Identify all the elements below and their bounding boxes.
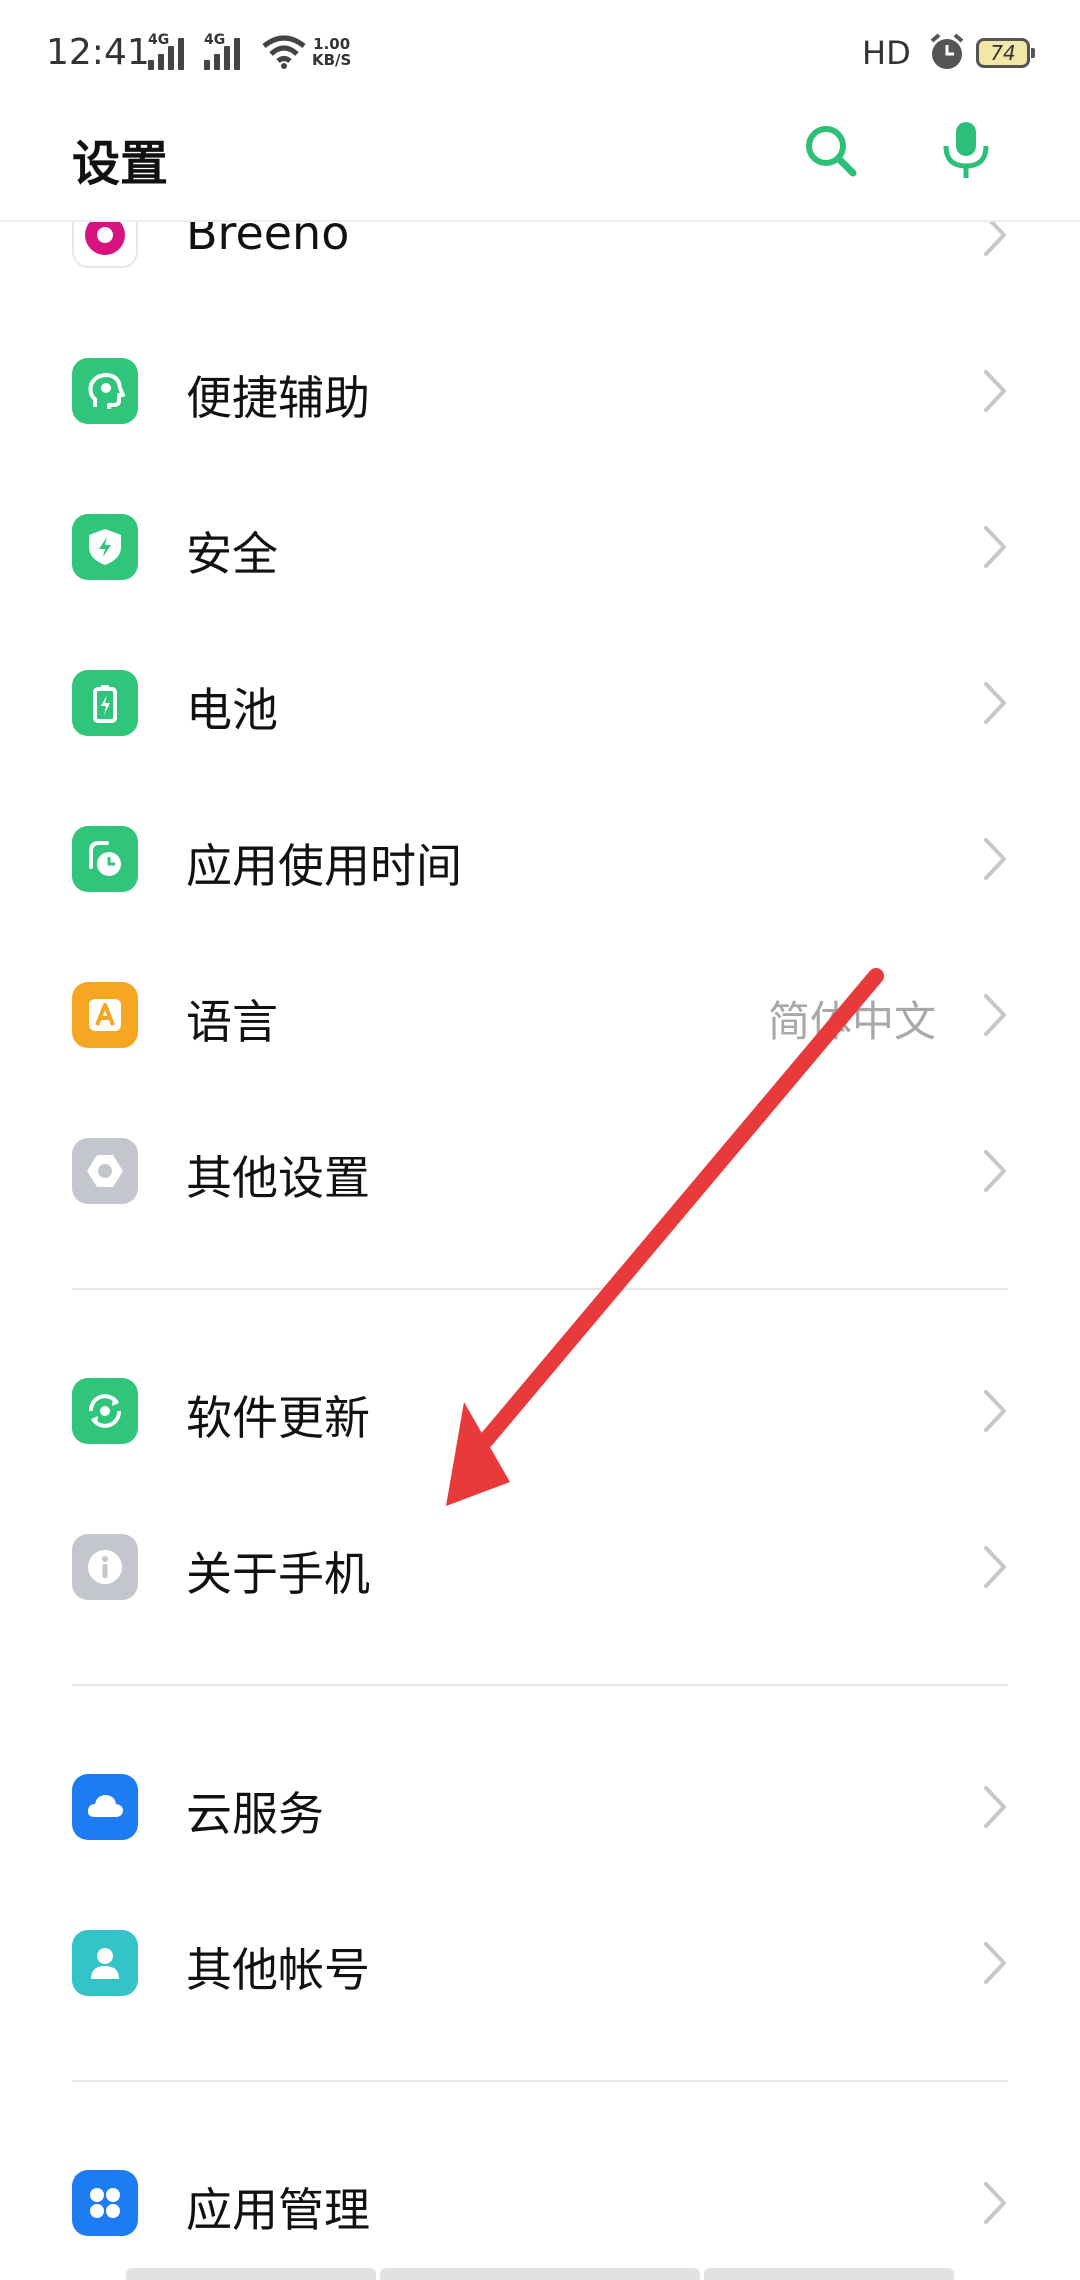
chevron-right-icon [984,1786,1006,1828]
settings-item-other-accounts[interactable]: 其他帐号 [0,1886,1080,2042]
microphone-icon[interactable] [936,118,996,182]
group-divider [72,1684,1008,1686]
network-speed-unit: KB/S [312,51,352,69]
assist-head-icon [72,358,138,424]
page-title: 设置 [72,136,169,192]
settings-item-cloud-service[interactable]: 云服务 [0,1730,1080,1886]
network-speed: 1.00 KB/S [312,36,351,68]
settings-item-language[interactable]: 语言 简体中文 [0,938,1080,1094]
chevron-right-icon [984,838,1006,880]
settings-item-label: 电池 [186,683,278,737]
language-value: 简体中文 [767,997,936,1046]
battery-indicator: 74 [976,38,1035,68]
chevron-right-icon [984,526,1006,568]
chevron-right-icon [984,1390,1006,1432]
network-speed-value: 1.00 [313,35,351,53]
shield-bolt-icon [72,514,138,580]
chevron-right-icon [984,1942,1006,1984]
settings-item-about-phone[interactable]: 关于手机 [0,1490,1080,1646]
alarm-clock-icon [930,33,964,69]
settings-item-other-settings[interactable]: 其他设置 [0,1094,1080,1250]
settings-item-security[interactable]: 安全 [0,470,1080,626]
settings-item-label: 应用使用时间 [186,839,462,893]
settings-item-assist[interactable]: 便捷辅助 [0,314,1080,470]
bottom-bar-segment [126,2268,376,2280]
language-a-icon [72,982,138,1048]
group-divider [72,1288,1008,1290]
settings-item-label: 云服务 [186,1787,324,1841]
settings-item-software-update[interactable]: 软件更新 [0,1334,1080,1490]
settings-item-label: 其他设置 [186,1151,370,1205]
group-divider [72,2080,1008,2082]
settings-item-app-usage-time[interactable]: 应用使用时间 [0,782,1080,938]
settings-item-label: 应用管理 [186,2183,370,2237]
cloud-icon [72,1774,138,1840]
chevron-right-icon [984,370,1006,412]
bottom-bar-segment [380,2268,700,2280]
network-type-label: 4G [204,32,226,48]
settings-item-battery[interactable]: 电池 [0,626,1080,782]
hd-voice-label: HD [862,34,911,72]
status-time: 12:41 [46,32,150,73]
search-icon[interactable] [800,120,860,180]
settings-item-label: 便捷辅助 [186,371,370,425]
bottom-bar-segment [704,2268,954,2280]
cell-signal-icon: 4G [148,32,184,70]
app-grid-icon [72,2170,138,2236]
info-icon [72,1534,138,1600]
app-header: 设置 [0,110,1080,222]
chevron-right-icon [984,1546,1006,1588]
settings-item-label: 安全 [186,527,278,581]
settings-item-label: 软件更新 [186,1391,370,1445]
settings-item-app-management[interactable]: 应用管理 [0,2126,1080,2268]
status-bar: 12:41 4G 4G 1.00 KB/S HD 74 [0,0,1080,110]
software-update-icon [72,1378,138,1444]
wifi-icon [262,35,306,69]
account-person-icon [72,1930,138,1996]
chevron-right-icon [984,1150,1006,1192]
settings-item-label: 其他帐号 [186,1943,370,1997]
settings-item-label: 语言 [186,995,278,1049]
app-timer-icon [72,826,138,892]
settings-item-label: 关于手机 [186,1547,370,1601]
chevron-right-icon [984,682,1006,724]
chevron-right-icon [984,2182,1006,2224]
hexagon-settings-icon [72,1138,138,1204]
network-type-label: 4G [148,32,170,48]
cell-signal-icon: 4G [204,32,240,70]
battery-bolt-icon [72,670,138,736]
chevron-right-icon [984,994,1006,1036]
